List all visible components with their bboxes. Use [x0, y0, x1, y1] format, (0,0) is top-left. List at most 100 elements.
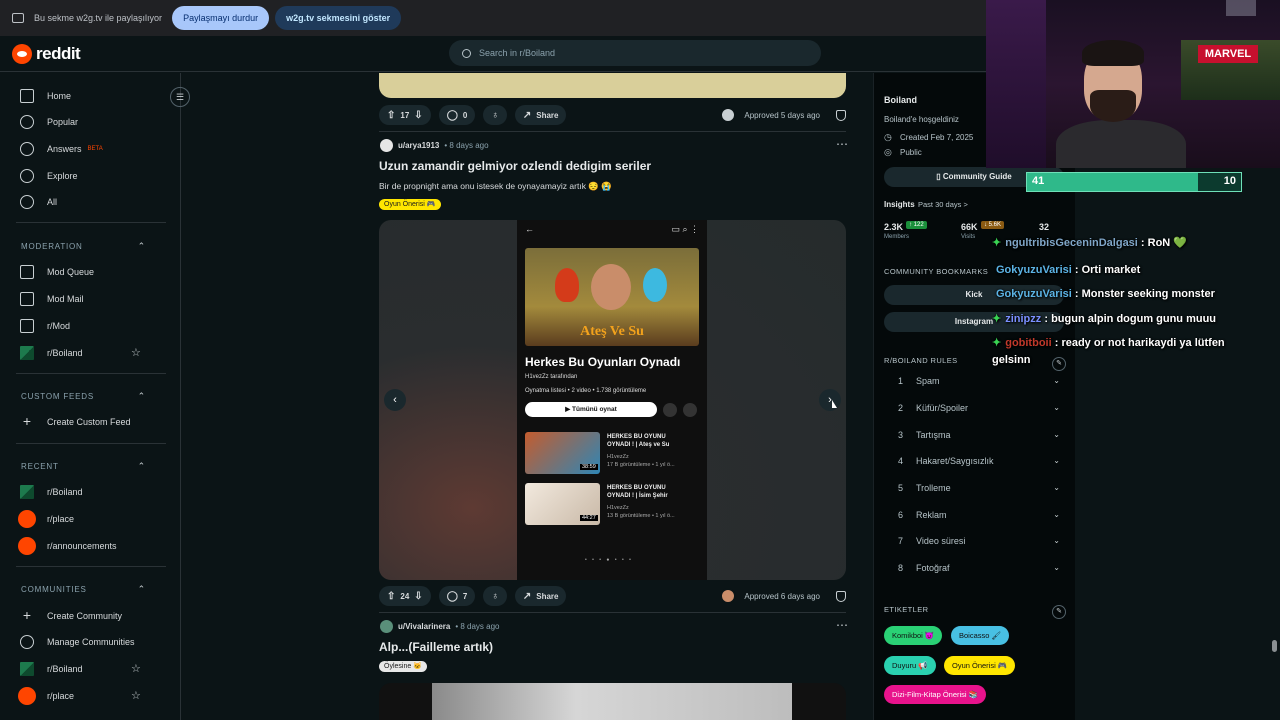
tag-duyuru[interactable]: Duyuru 📢: [884, 656, 936, 675]
tag-dizi-film-kitap[interactable]: Dizi-Film-Kitap Önerisi 📚: [884, 685, 987, 704]
rule-label: Reklam: [916, 510, 947, 520]
post-author[interactable]: u/arya1913: [398, 141, 439, 150]
comments-button[interactable]: ◯ 0: [438, 105, 476, 125]
mod-shield-icon[interactable]: [836, 590, 846, 602]
share-button[interactable]: ↗ Share: [514, 105, 567, 125]
sidebar-item-recent-boiland[interactable]: r/Boiland: [20, 482, 83, 502]
sidebar-item-popular[interactable]: Popular: [20, 112, 78, 132]
rule-item[interactable]: 1 Spam ⌄: [898, 376, 1060, 386]
sidebar-item-r-mod[interactable]: r/Mod: [20, 316, 70, 336]
tag-oyun-onerisi[interactable]: Oyun Önerisi 🎮: [944, 656, 1016, 675]
star-icon[interactable]: ☆: [131, 346, 141, 359]
sidebar-item-answers[interactable]: Answers BETA: [20, 139, 103, 159]
carousel-prev-button[interactable]: ‹: [384, 389, 406, 411]
star-icon[interactable]: ☆: [131, 689, 141, 702]
post-image-previous[interactable]: [379, 73, 846, 98]
section-custom-feeds[interactable]: CUSTOM FEEDS ⌃: [21, 391, 146, 401]
sidebar-item-mod-queue[interactable]: Mod Queue: [20, 262, 94, 282]
rule-item[interactable]: 3 Tartışma ⌄: [898, 430, 1060, 440]
rule-label: Spam: [916, 376, 940, 386]
award-button[interactable]: ♁: [483, 105, 507, 125]
reddit-logo[interactable]: reddit: [12, 43, 81, 64]
sidebar-item-recent-place[interactable]: r/place: [18, 509, 74, 529]
thumbnail-title: Ateş Ve Su: [580, 324, 644, 339]
more-options-icon[interactable]: ⋯: [836, 618, 848, 632]
carousel-next-button[interactable]: ›: [819, 389, 841, 411]
avatar[interactable]: [380, 620, 393, 633]
sidebar-item-explore[interactable]: Explore: [20, 166, 78, 186]
approved-text: Approved 5 days ago: [744, 110, 820, 120]
visits-count: 66K: [961, 222, 978, 232]
vote-button[interactable]: ⇧ 24 ⇩: [379, 586, 431, 606]
sidebar-item-community-boiland[interactable]: r/Boiland: [20, 659, 83, 679]
watergirl-figure: [643, 268, 667, 302]
section-title: CUSTOM FEEDS: [21, 392, 95, 401]
sidebar-item-all[interactable]: All: [20, 192, 57, 212]
post-title[interactable]: Uzun zamandir gelmiyor ozlendi dedigim s…: [379, 159, 651, 173]
rule-item[interactable]: 4 Hakaret/Saygısızlık ⌄: [898, 456, 1060, 466]
cake-icon: ◷: [884, 132, 892, 142]
playlist-title: Herkes Bu Oyunları Oynadı: [525, 355, 681, 369]
place-community-icon: [18, 510, 36, 528]
sidebar-item-recent-announcements[interactable]: r/announcements: [18, 536, 117, 556]
edit-pencil-icon[interactable]: ✎: [1052, 605, 1066, 619]
sidebar-item-label: Mod Queue: [47, 267, 95, 277]
section-moderation[interactable]: MODERATION ⌃: [21, 241, 146, 251]
share-button[interactable]: ↗ Share: [514, 586, 567, 606]
community-sidebar: Boiland Boiland'e hoşgeldiniz Created Fe…: [873, 73, 1075, 720]
post-title[interactable]: Alp...(Failleme artık): [379, 640, 493, 654]
search-icon: [462, 48, 471, 58]
stop-sharing-button[interactable]: Paylaşmayı durdur: [172, 6, 270, 30]
section-title: RECENT: [21, 462, 59, 471]
insights-range[interactable]: Past 30 days >: [918, 200, 968, 209]
search-input[interactable]: Search in r/Boiland: [449, 40, 821, 66]
insights-title[interactable]: Insights: [884, 200, 915, 209]
sidebar-item-manage-communities[interactable]: Manage Communities: [20, 632, 135, 652]
rule-item[interactable]: 8 Fotoğraf ⌄: [898, 563, 1060, 573]
comment-count: 0: [462, 110, 468, 120]
sidebar-item-boiland[interactable]: r/Boiland: [20, 343, 83, 363]
vote-button[interactable]: ⇧ 17 ⇩: [379, 105, 431, 125]
chevron-up-icon: ⌃: [137, 584, 146, 594]
post-image[interactable]: [379, 683, 846, 720]
post-actions: ⇧ 24 ⇩ ◯ 7 ♁ ↗ Share Approved 6 days ago: [379, 586, 846, 606]
section-recent[interactable]: RECENT ⌃: [21, 461, 146, 471]
sidebar-item-create-custom-feed[interactable]: + Create Custom Feed: [20, 412, 131, 432]
sidebar-item-label: r/Mod: [47, 321, 71, 331]
award-button[interactable]: ♁: [483, 586, 507, 606]
star-icon[interactable]: ☆: [131, 662, 141, 675]
post-flair[interactable]: Öylesine 🐱: [379, 661, 427, 672]
avatar[interactable]: [380, 139, 393, 152]
rule-item[interactable]: 7 Video süresi ⌄: [898, 536, 1060, 546]
page-scrollbar[interactable]: [1272, 640, 1277, 652]
comments-button[interactable]: ◯ 7: [438, 586, 476, 606]
tag-komikboi[interactable]: Komikboi 😈: [884, 626, 943, 645]
tag-boicasso[interactable]: Boicasso 🖌: [951, 626, 1010, 645]
post-flair[interactable]: Oyun Önerisi 🎮: [379, 199, 441, 210]
section-communities[interactable]: COMMUNITIES ⌃: [21, 584, 146, 594]
diamond-icon: ✦: [992, 237, 1002, 249]
diamond-icon: ✦: [992, 313, 1002, 325]
post-author[interactable]: u/Vivalarinera: [398, 622, 450, 631]
post-image-carousel[interactable]: ← ▭ ⌕ ⋮ Ateş Ve Su Herkes Bu Oyunları Oyn…: [379, 220, 846, 580]
sidebar-item-home[interactable]: Home: [20, 86, 71, 106]
sidebar-item-mod-mail[interactable]: Mod Mail: [20, 289, 84, 309]
rule-item[interactable]: 2 Küfür/Spoiler ⌄: [898, 403, 1060, 413]
sidebar-item-create-community[interactable]: + Create Community: [20, 606, 122, 626]
sidebar-item-community-place[interactable]: r/place: [18, 686, 74, 706]
more-options-icon[interactable]: ⋯: [836, 137, 848, 151]
collapse-sidebar-button[interactable]: ☰: [170, 87, 190, 107]
rule-item[interactable]: 5 Trolleme ⌄: [898, 483, 1060, 493]
carousel-pager-dots: • • • ● • • •: [585, 557, 633, 563]
rule-item[interactable]: 6 Reklam ⌄: [898, 510, 1060, 520]
edit-pencil-icon[interactable]: ✎: [1052, 357, 1066, 371]
streamer: [1056, 36, 1186, 168]
show-tab-button[interactable]: w2g.tv sekmesini göster: [275, 6, 402, 30]
mod-shield-icon[interactable]: [836, 109, 846, 121]
share-label: Share: [536, 591, 559, 601]
book-icon: ▯: [936, 172, 943, 181]
divider: [379, 612, 846, 613]
chat-message: GokyuzuVarisi : Monster seeking monster: [996, 288, 1215, 300]
post-feed: ⇧ 17 ⇩ ◯ 0 ♁ ↗ Share Approved 5 days ago u/a…: [368, 73, 858, 720]
comment-icon: ◯: [446, 109, 458, 121]
